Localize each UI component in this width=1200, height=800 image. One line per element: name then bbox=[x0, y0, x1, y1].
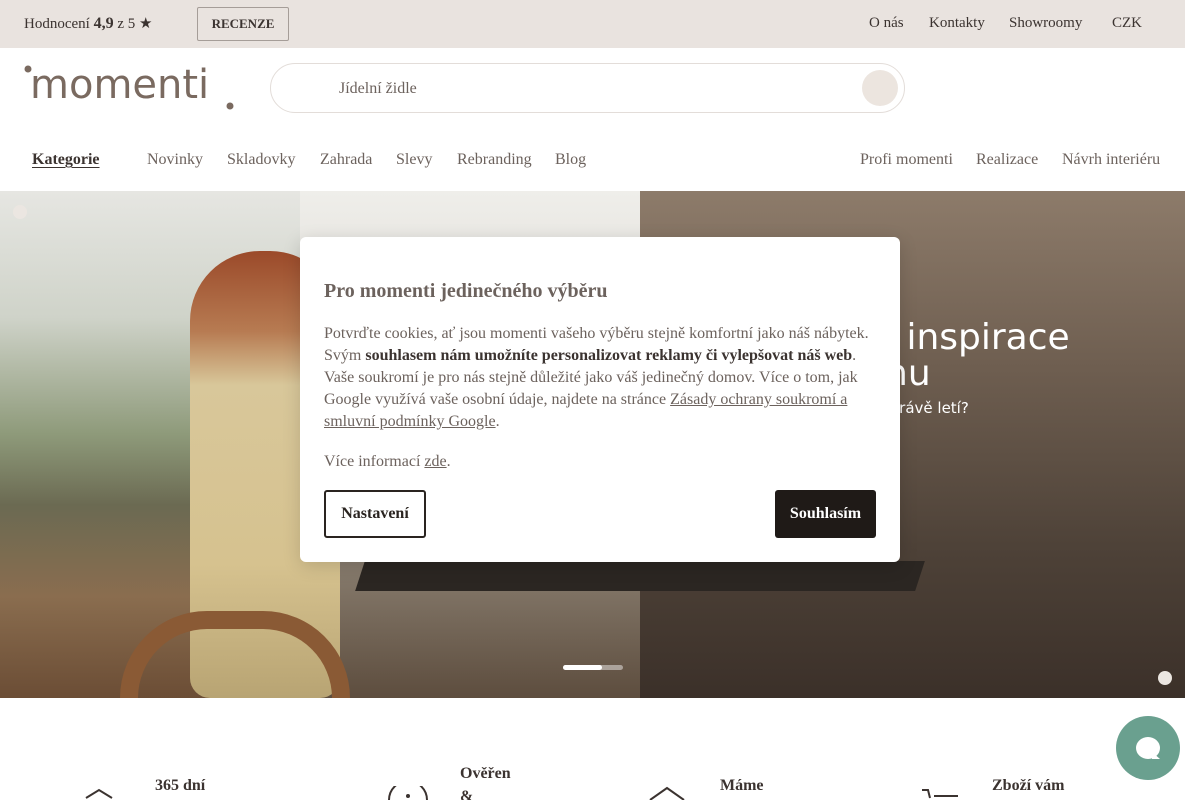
cookie-text-3: . bbox=[495, 413, 500, 430]
reviews-button[interactable]: RECENZE bbox=[197, 7, 289, 41]
feature-365-days: 365 dní bbox=[155, 777, 206, 794]
nav-navrh-interieru[interactable]: Návrh interiéru bbox=[1062, 151, 1160, 169]
nav-categories[interactable]: Kategorie bbox=[32, 151, 100, 169]
rating: Hodnocení 4,9 z 5 ★ bbox=[24, 14, 152, 33]
nav-novinky[interactable]: Novinky bbox=[147, 151, 203, 169]
home-icon bbox=[649, 786, 685, 800]
feature-verified: Ověřen bbox=[460, 765, 511, 782]
link-showrooms[interactable]: Showroomy bbox=[1009, 15, 1082, 32]
search-bar[interactable] bbox=[270, 63, 905, 113]
cookie-text: Potvrďte cookies, ať jsou momenti vašeho… bbox=[324, 323, 880, 433]
verified-badge-icon bbox=[388, 786, 428, 800]
nav-profi-momenti[interactable]: Profi momenti bbox=[860, 151, 953, 169]
nav-blog[interactable]: Blog bbox=[555, 151, 586, 169]
cookie-text-bold: souhlasem nám umožníte personalizovat re… bbox=[365, 347, 853, 364]
more-info-prefix: Více informací bbox=[324, 453, 421, 470]
top-bar: Hodnocení 4,9 z 5 ★ RECENZE O nás Kontak… bbox=[0, 0, 1185, 48]
nav-slevy[interactable]: Slevy bbox=[396, 151, 432, 169]
nav-rebranding[interactable]: Rebranding bbox=[457, 151, 532, 169]
momenti-logo[interactable]: momenti bbox=[24, 62, 239, 114]
logo-text: momenti bbox=[30, 62, 209, 108]
hero-table-image bbox=[355, 561, 925, 591]
box-icon bbox=[85, 788, 113, 799]
cookie-accept-button[interactable]: Souhlasím bbox=[775, 490, 876, 538]
more-info-link[interactable]: zde bbox=[424, 453, 446, 470]
search-icon bbox=[871, 79, 885, 93]
cookie-settings-button[interactable]: Nastavení bbox=[324, 490, 426, 538]
chat-button[interactable] bbox=[1116, 716, 1180, 780]
slider-progress-fill bbox=[563, 665, 602, 670]
nav-zahrada[interactable]: Zahrada bbox=[320, 151, 372, 169]
more-info-suffix: . bbox=[446, 453, 451, 470]
rating-value: 4,9 bbox=[93, 15, 114, 32]
delivery-icon bbox=[922, 789, 958, 799]
cookie-dialog: Pro momenti jedinečného výběru Potvrďte … bbox=[300, 237, 900, 562]
nav-realizace[interactable]: Realizace bbox=[976, 151, 1038, 169]
feature-delivery: Zboží vám bbox=[992, 777, 1065, 794]
rating-prefix: Hodnocení bbox=[24, 16, 90, 32]
search-button[interactable] bbox=[862, 70, 898, 106]
currency-selector[interactable]: CZK bbox=[1112, 15, 1142, 32]
feature-verified-line2: & bbox=[460, 788, 474, 800]
hero-prev-dot[interactable] bbox=[13, 205, 27, 219]
link-about[interactable]: O nás bbox=[869, 15, 904, 32]
search-input[interactable] bbox=[339, 76, 819, 102]
hero-title-line1: i inspirace bbox=[885, 317, 1070, 358]
link-contacts[interactable]: Kontakty bbox=[929, 15, 985, 32]
slider-progress[interactable] bbox=[563, 665, 623, 670]
cookie-more-info: Více informací zde. bbox=[324, 453, 451, 471]
nav-skladovky[interactable]: Skladovky bbox=[227, 151, 295, 169]
hero-next-dot[interactable] bbox=[1158, 671, 1172, 685]
cookie-title: Pro momenti jedinečného výběru bbox=[324, 280, 608, 302]
rating-suffix: z 5 ★ bbox=[117, 16, 153, 32]
chat-icon-tail bbox=[1152, 752, 1160, 759]
feature-we-have: Máme bbox=[720, 777, 764, 794]
